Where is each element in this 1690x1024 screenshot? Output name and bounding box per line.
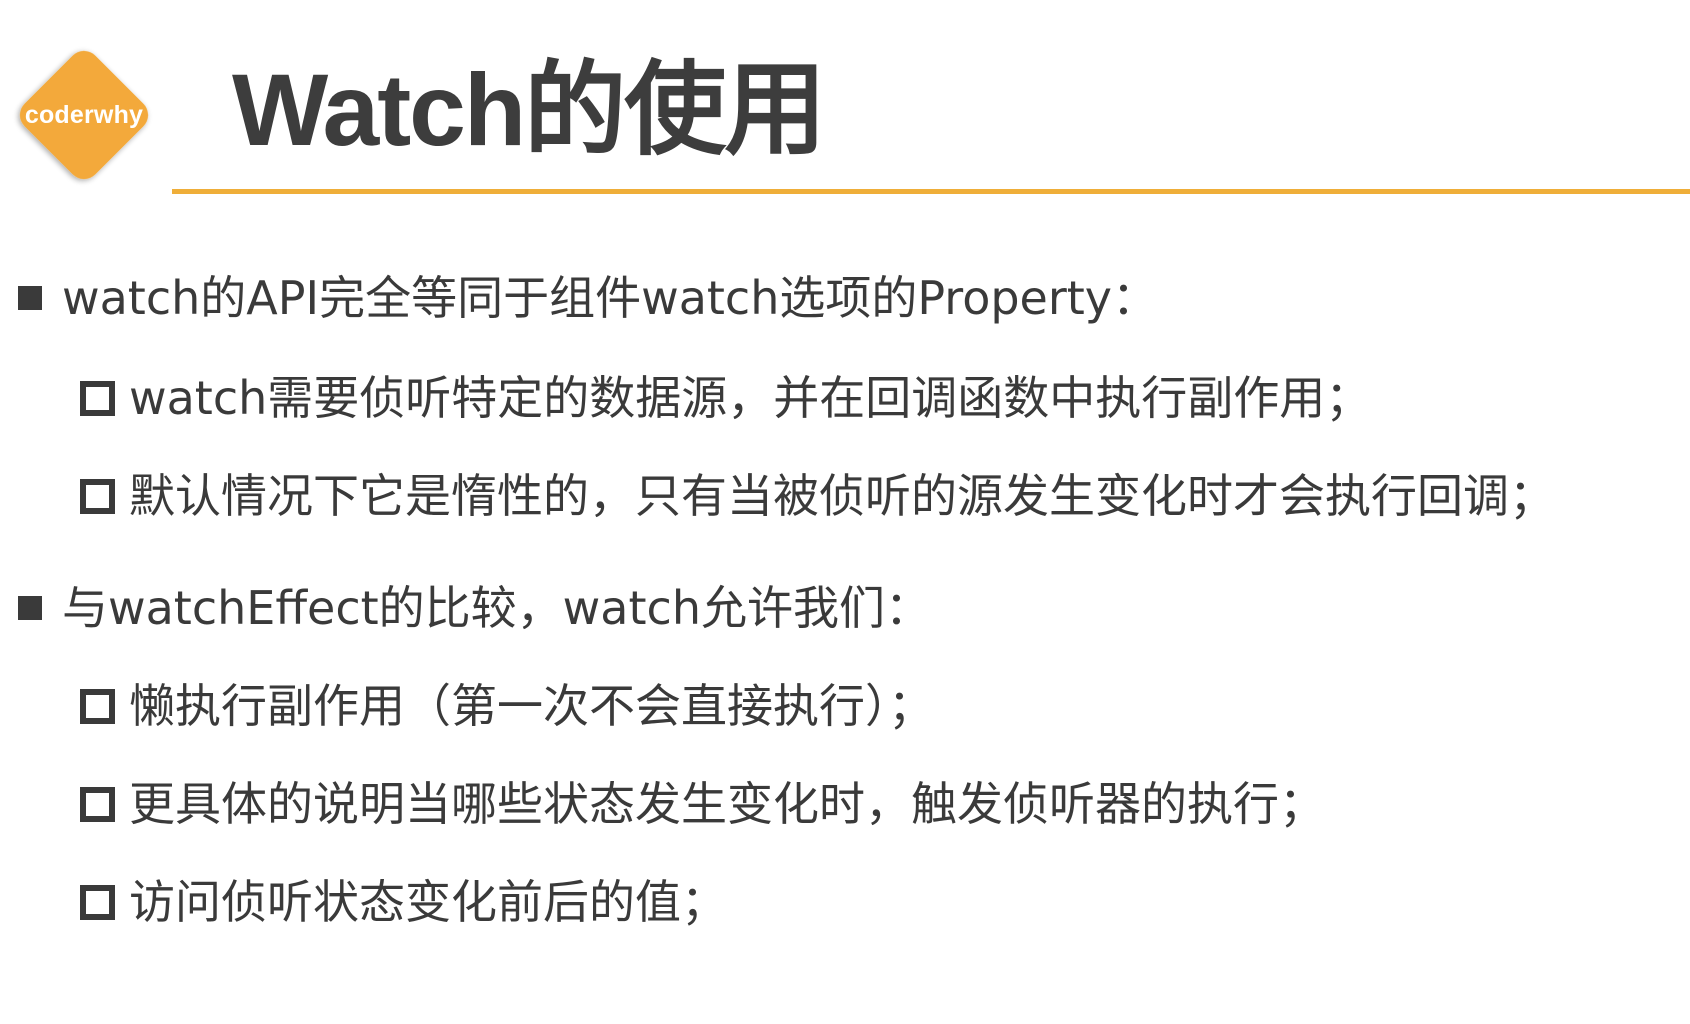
logo-text: coderwhy	[24, 100, 144, 129]
sub-list-item: 更具体的说明当哪些状态发生变化时，触发侦听器的执行；	[80, 774, 1325, 834]
sub-list-item: 懒执行副作用（第一次不会直接执行）；	[80, 676, 934, 736]
hollow-square-icon	[80, 688, 115, 724]
sub-list-item: 默认情况下它是惰性的，只有当被侦听的源发生变化时才会执行回调；	[80, 466, 1555, 526]
list-item-text: watch的API完全等同于组件watch选项的Property：	[62, 271, 1159, 325]
sub-list-item-text: 懒执行副作用（第一次不会直接执行）；	[129, 679, 934, 733]
title-underline	[172, 189, 1690, 194]
coderwhy-logo: coderwhy	[4, 35, 164, 195]
filled-square-icon	[18, 286, 42, 310]
filled-square-icon	[18, 596, 42, 620]
sub-list-item: 访问侦听状态变化前后的值；	[80, 872, 727, 932]
list-item: 与watchEffect的比较，watch允许我们：	[16, 578, 931, 638]
sub-list-item: watch需要侦听特定的数据源，并在回调函数中执行副作用；	[80, 368, 1371, 428]
list-item: watch的API完全等同于组件watch选项的Property：	[16, 268, 1158, 328]
sub-list-item-text: watch需要侦听特定的数据源，并在回调函数中执行副作用；	[129, 371, 1372, 425]
page-title: Watch的使用	[232, 53, 826, 167]
hollow-square-icon	[80, 380, 115, 416]
sub-list-item-text: 访问侦听状态变化前后的值；	[129, 875, 727, 929]
list-item-text: 与watchEffect的比较，watch允许我们：	[62, 581, 931, 635]
sub-list-item-text: 更具体的说明当哪些状态发生变化时，触发侦听器的执行；	[129, 777, 1325, 831]
hollow-square-icon	[80, 786, 115, 822]
hollow-square-icon	[80, 478, 115, 514]
hollow-square-icon	[80, 884, 115, 920]
sub-list-item-text: 默认情况下它是惰性的，只有当被侦听的源发生变化时才会执行回调；	[129, 469, 1555, 523]
